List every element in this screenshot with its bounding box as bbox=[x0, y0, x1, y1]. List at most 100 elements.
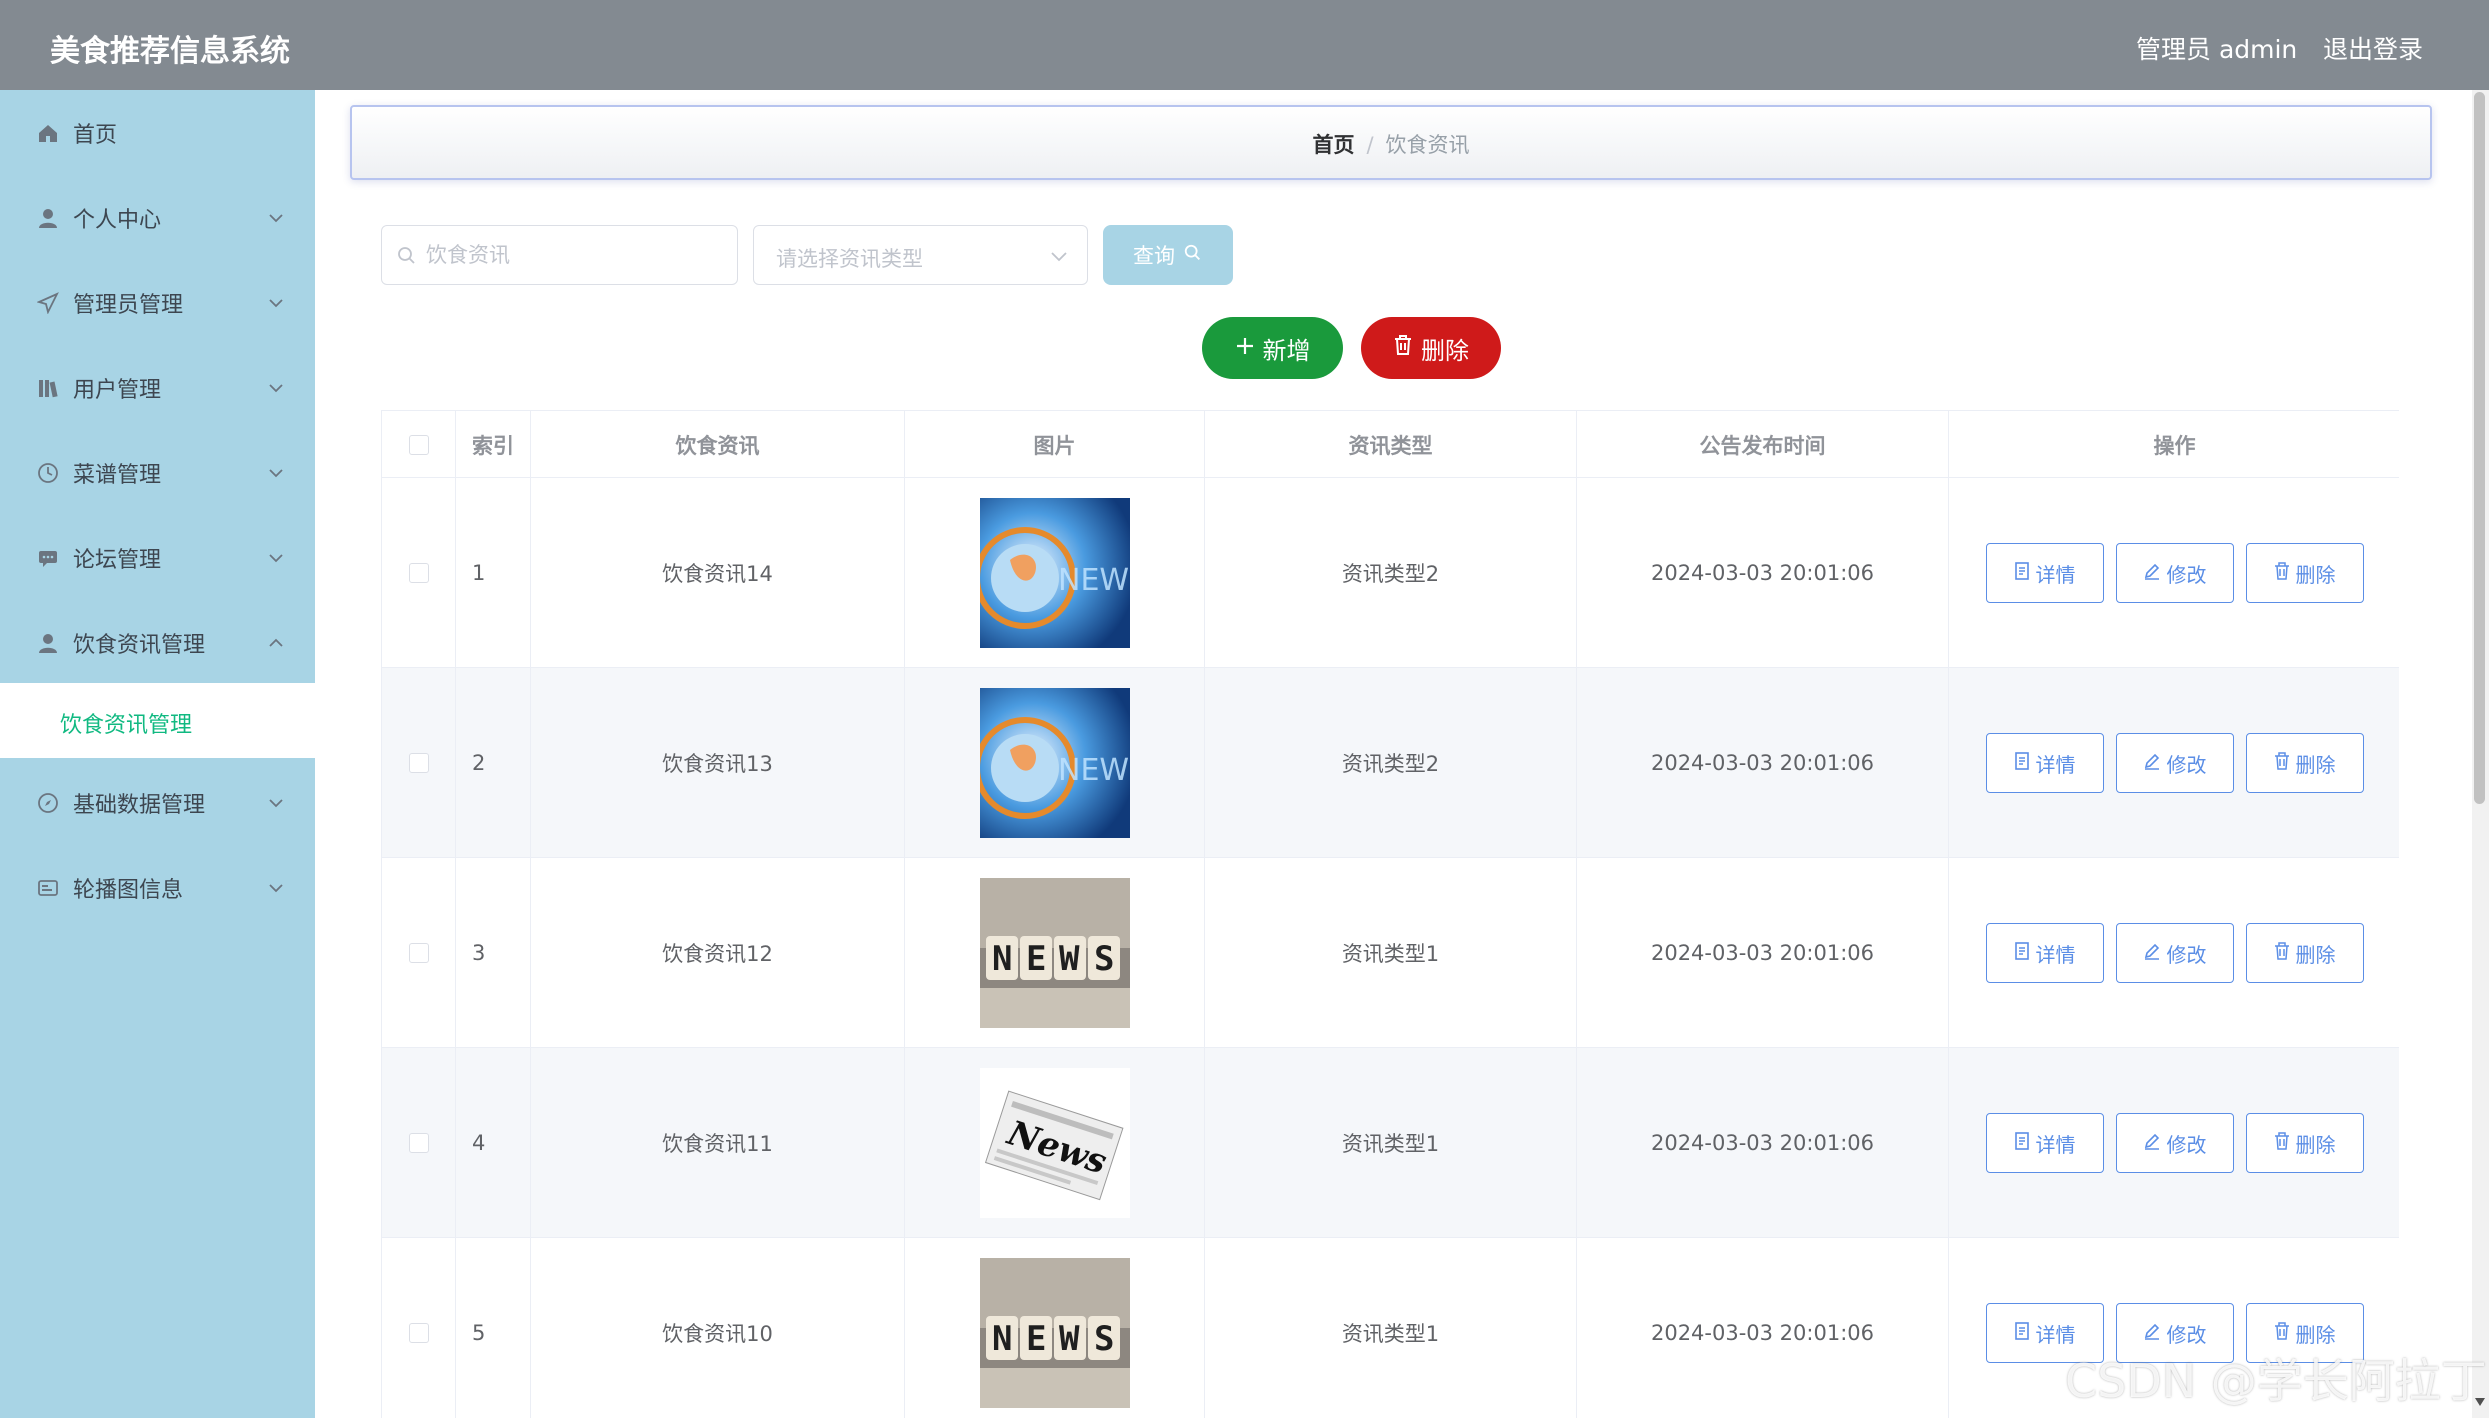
index-cell: 1 bbox=[456, 478, 531, 668]
sidebar-item-label: 个人中心 bbox=[73, 207, 162, 233]
add-button[interactable]: 新增 bbox=[1202, 317, 1343, 379]
books-icon bbox=[36, 376, 60, 400]
sidebar-item-admin-management[interactable]: 管理员管理 bbox=[0, 260, 315, 345]
logout-link[interactable]: 退出登录 bbox=[2323, 30, 2423, 66]
svg-text:N: N bbox=[992, 939, 1012, 979]
column-header: 饮食资讯 bbox=[531, 411, 905, 478]
time-cell: 2024-03-03 20:01:06 bbox=[1577, 858, 1949, 1048]
sidebar-item-recipe-management[interactable]: 菜谱管理 bbox=[0, 430, 315, 515]
operations-cell: 详情 修改 删除 bbox=[1949, 478, 2399, 668]
chevron-down-icon bbox=[268, 380, 284, 396]
row-delete-label: 删除 bbox=[2295, 1322, 2336, 1347]
sidebar-item-personal-center[interactable]: 个人中心 bbox=[0, 175, 315, 260]
news-thumbnail-image: NEWS bbox=[979, 688, 1130, 838]
sidebar-item-diet-news-management[interactable]: 饮食资讯管理 bbox=[0, 600, 315, 685]
sidebar-item-user-management[interactable]: 用户管理 bbox=[0, 345, 315, 430]
query-button[interactable]: 查询 bbox=[1103, 225, 1233, 285]
row-delete-button[interactable]: 删除 bbox=[2245, 543, 2364, 603]
trash-icon bbox=[2274, 941, 2290, 965]
news-thumbnail-image: News bbox=[979, 1068, 1130, 1218]
row-checkbox[interactable] bbox=[408, 563, 429, 583]
edit-label: 修改 bbox=[2166, 1132, 2207, 1157]
edit-button[interactable]: 修改 bbox=[2115, 1113, 2234, 1173]
search-icon bbox=[396, 245, 418, 267]
sidebar-item-label: 首页 bbox=[73, 122, 118, 148]
chat-icon bbox=[36, 546, 60, 570]
search-icon bbox=[1183, 243, 1203, 268]
row-delete-button[interactable]: 删除 bbox=[2245, 923, 2364, 983]
time-cell: 2024-03-03 20:01:06 bbox=[1577, 1238, 1949, 1418]
row-delete-label: 删除 bbox=[2295, 1132, 2336, 1157]
query-label: 查询 bbox=[1133, 244, 1175, 268]
table-row: 1饮食资讯14 NEWS 资讯类型22024-03-03 20:01:06 详情 修改 删… bbox=[382, 478, 2399, 668]
edit-button[interactable]: 修改 bbox=[2115, 543, 2234, 603]
sidebar-item-carousel-info[interactable]: 轮播图信息 bbox=[0, 845, 315, 930]
time-cell: 2024-03-03 20:01:06 bbox=[1577, 668, 1949, 858]
detail-button[interactable]: 详情 bbox=[1985, 923, 2104, 983]
news-type-select[interactable]: 请选择资讯类型 bbox=[753, 225, 1088, 285]
sidebar-item-base-data-management[interactable]: 基础数据管理 bbox=[0, 760, 315, 845]
news-thumbnail-image: NEWS bbox=[979, 1258, 1130, 1408]
app-title: 美食推荐信息系统 bbox=[50, 34, 290, 69]
row-delete-label: 删除 bbox=[2295, 942, 2336, 967]
image-cell: NEWS bbox=[905, 668, 1205, 858]
column-header: 索引 bbox=[456, 411, 531, 478]
svg-text:S: S bbox=[1094, 1319, 1114, 1359]
detail-label: 详情 bbox=[2035, 1322, 2076, 1347]
row-delete-button[interactable]: 删除 bbox=[2245, 733, 2364, 793]
news-thumbnail-image: NEWS bbox=[979, 498, 1130, 648]
sidebar-item-home[interactable]: 首页 bbox=[0, 90, 315, 175]
time-cell: 2024-03-03 20:01:06 bbox=[1577, 478, 1949, 668]
operations-cell: 详情 修改 删除 bbox=[1949, 858, 2399, 1048]
breadcrumb-home[interactable]: 首页 bbox=[1312, 133, 1354, 157]
news-type-placeholder: 请选择资讯类型 bbox=[776, 247, 923, 271]
image-cell: NEWS bbox=[905, 858, 1205, 1048]
row-checkbox[interactable] bbox=[408, 753, 429, 773]
pencil-icon bbox=[2143, 1131, 2161, 1155]
row-checkbox[interactable] bbox=[408, 1323, 429, 1343]
edit-label: 修改 bbox=[2166, 942, 2207, 967]
sidebar-item-label: 论坛管理 bbox=[73, 547, 162, 573]
user-icon bbox=[36, 631, 60, 655]
select-all-checkbox[interactable] bbox=[408, 434, 429, 455]
svg-text:E: E bbox=[1026, 1319, 1046, 1359]
row-delete-label: 删除 bbox=[2295, 562, 2336, 587]
top-header: 美食推荐信息系统 管理员 admin 退出登录 bbox=[0, 0, 2489, 90]
document-icon bbox=[2014, 561, 2030, 585]
table-row: 4 饮食资讯11 News 资讯类型1 2024-03-03 20:01:06 详情 修改 删… bbox=[382, 1048, 2399, 1238]
image-cell: NEWS bbox=[905, 1238, 1205, 1418]
breadcrumb-current: 饮食资讯 bbox=[1385, 133, 1470, 157]
row-select-cell bbox=[382, 478, 456, 668]
image-cell: NEWS bbox=[905, 478, 1205, 668]
table-header: 索引 饮食资讯 图片 资讯类型 公告发布时间 操作 bbox=[382, 411, 2399, 478]
index-cell: 2 bbox=[456, 668, 531, 858]
keyword-search-field[interactable] bbox=[381, 225, 738, 285]
detail-button[interactable]: 详情 bbox=[1985, 1113, 2104, 1173]
svg-text:W: W bbox=[1059, 939, 1080, 979]
breadcrumb: 首页 / 饮食资讯 bbox=[350, 105, 2432, 180]
keyword-search-input[interactable] bbox=[426, 226, 726, 284]
sidebar-item-forum-management[interactable]: 论坛管理 bbox=[0, 515, 315, 600]
chevron-down-icon bbox=[268, 550, 284, 566]
svg-text:NEWS: NEWS bbox=[1058, 753, 1130, 788]
sidebar-item-label: 轮播图信息 bbox=[73, 877, 184, 903]
row-checkbox[interactable] bbox=[408, 1133, 429, 1153]
row-delete-button[interactable]: 删除 bbox=[2245, 1113, 2364, 1173]
edit-button[interactable]: 修改 bbox=[2115, 923, 2234, 983]
detail-label: 详情 bbox=[2035, 562, 2076, 587]
sidebar-item-label: 管理员管理 bbox=[73, 292, 184, 318]
document-icon bbox=[2014, 1321, 2030, 1345]
row-checkbox[interactable] bbox=[408, 943, 429, 963]
detail-button[interactable]: 详情 bbox=[1985, 543, 2104, 603]
edit-button[interactable]: 修改 bbox=[2115, 733, 2234, 793]
svg-text:W: W bbox=[1059, 1319, 1080, 1359]
batch-delete-button[interactable]: 删除 bbox=[1361, 317, 1501, 379]
delete-label: 删除 bbox=[1421, 336, 1469, 365]
detail-button[interactable]: 详情 bbox=[1985, 733, 2104, 793]
breadcrumb-separator: / bbox=[1366, 133, 1374, 157]
scrollbar-thumb[interactable] bbox=[2474, 92, 2485, 804]
sidebar-item-label: 菜谱管理 bbox=[73, 462, 162, 488]
current-user-label: 管理员 admin bbox=[2136, 35, 2298, 64]
type-cell: 资讯类型1 bbox=[1205, 858, 1577, 1048]
sidebar-subitem-diet-news-management[interactable]: 饮食资讯管理 bbox=[0, 683, 315, 758]
